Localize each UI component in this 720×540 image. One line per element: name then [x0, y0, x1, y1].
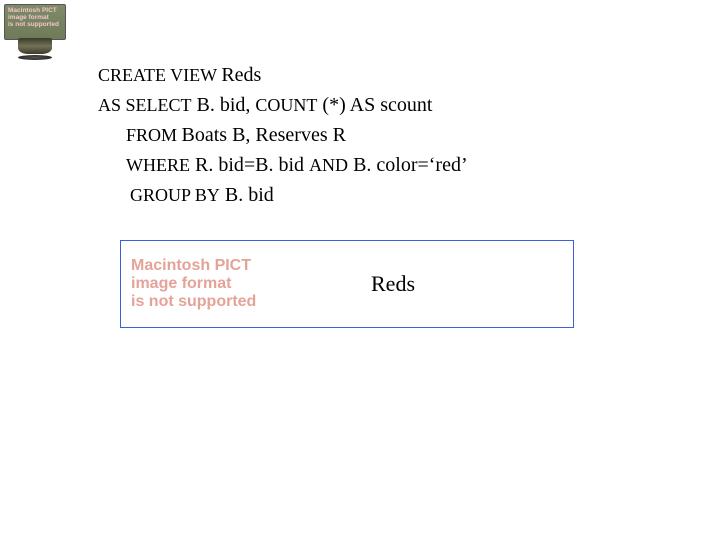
keyword-from: FROM: [126, 125, 182, 145]
sql-line-4: WHERE R. bid=B. bid AND B. color=‘red’: [98, 150, 678, 180]
sql-line-1: CREATE VIEW Reds: [98, 60, 678, 90]
sql-line-5: GROUP BY B. bid: [98, 180, 678, 210]
sql-line-2: AS SELECT B. bid, COUNT (*) AS scount: [98, 90, 678, 120]
keyword-group-by: GROUP BY: [130, 185, 220, 205]
plaque-line: is not supported: [8, 21, 62, 28]
slide: Macintosh PICT image format is not suppo…: [0, 0, 720, 540]
reds-label: Reds: [361, 271, 415, 297]
cup-icon: [18, 38, 52, 60]
keyword-create-view: CREATE VIEW: [98, 65, 221, 85]
reds-result-box: Macintosh PICT image format is not suppo…: [120, 240, 574, 328]
pict-unsupported-message: Macintosh PICT image format is not suppo…: [121, 257, 361, 311]
keyword-as-select: AS SELECT: [98, 95, 192, 115]
text: Boats B, Reserves R: [182, 124, 346, 146]
keyword-count: COUNT: [255, 95, 317, 115]
text: B. bid,: [192, 94, 256, 116]
sql-line-3: FROM Boats B, Reserves R: [98, 120, 678, 150]
pict-line: image format: [131, 275, 361, 293]
plaque-line: image format: [8, 14, 62, 21]
pict-unsupported-plaque: Macintosh PICT image format is not suppo…: [4, 4, 66, 40]
keyword-and: AND: [309, 155, 348, 175]
text: B. color=‘red’: [348, 154, 468, 176]
corner-badge: Macintosh PICT image format is not suppo…: [4, 4, 66, 60]
keyword-where: WHERE: [126, 155, 190, 175]
plaque-line: Macintosh PICT: [8, 7, 62, 14]
text: R. bid=B. bid: [190, 154, 309, 176]
pict-line: Macintosh PICT: [131, 257, 361, 275]
pict-line: is not supported: [131, 293, 361, 311]
text: (*) AS scount: [317, 94, 432, 116]
text: B. bid: [220, 184, 274, 206]
sql-code-block: CREATE VIEW Reds AS SELECT B. bid, COUNT…: [98, 60, 678, 210]
text: Reds: [221, 64, 261, 86]
